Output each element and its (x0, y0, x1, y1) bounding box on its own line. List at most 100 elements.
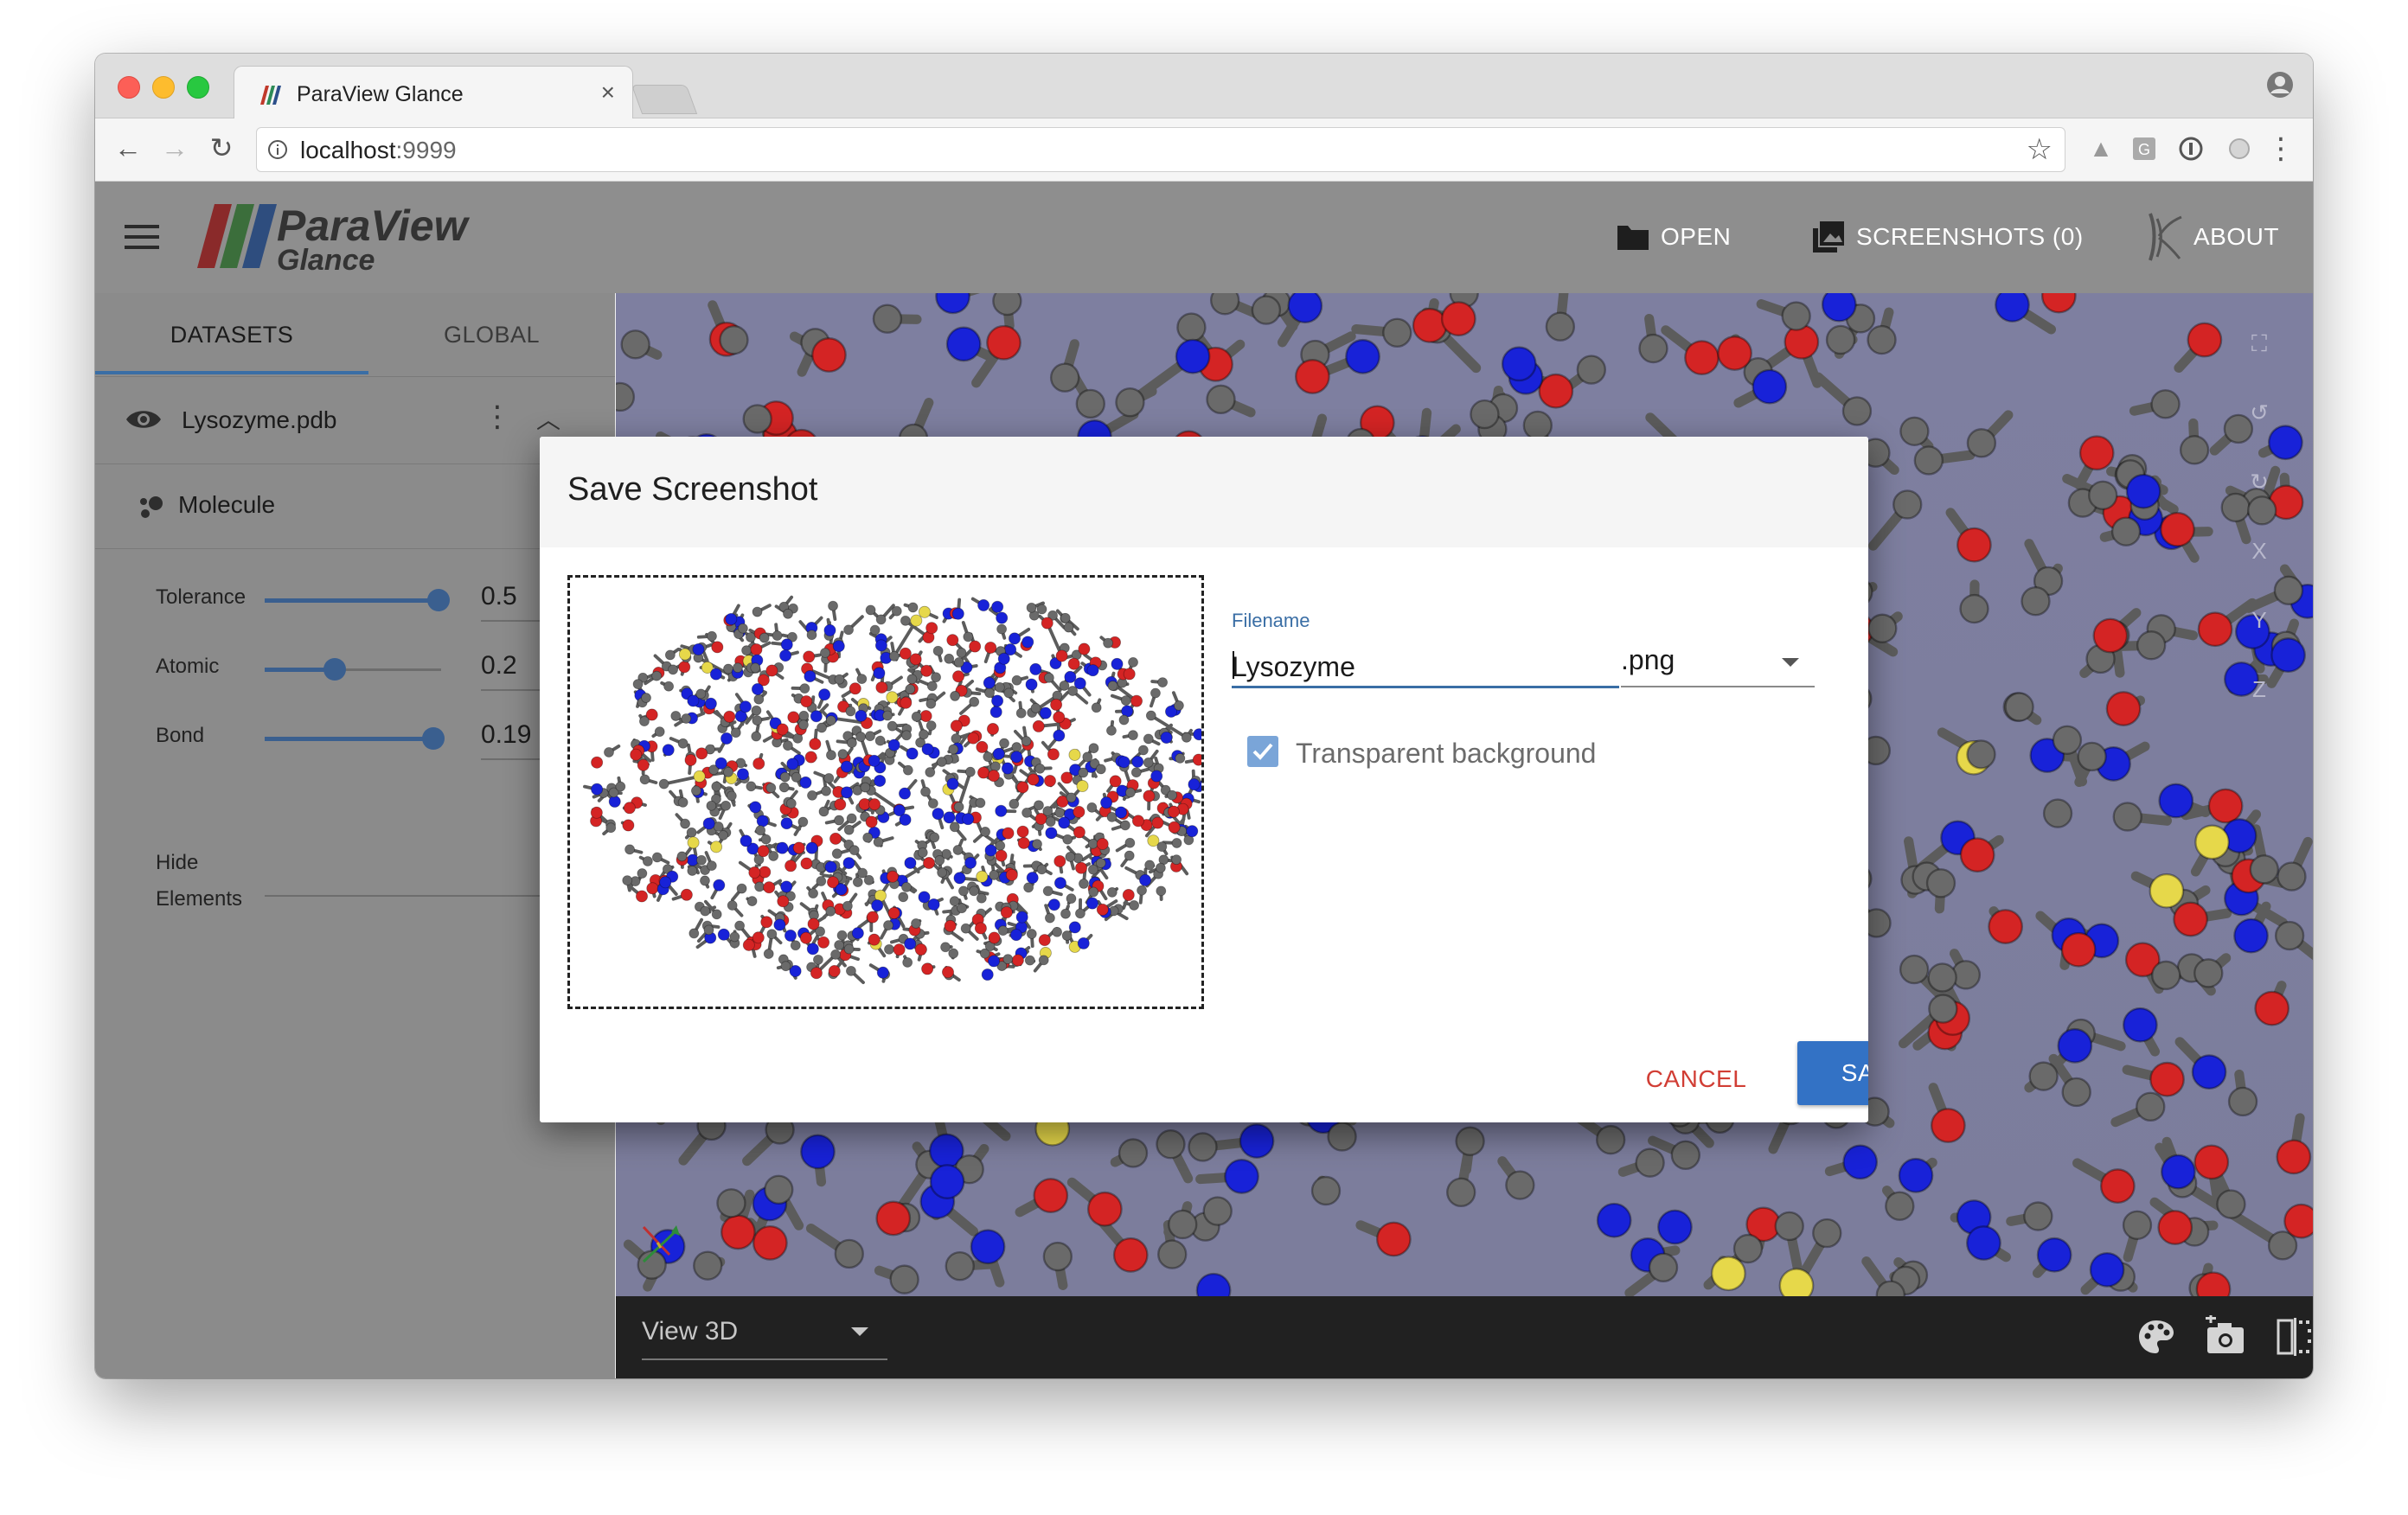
back-arrow-icon[interactable]: ← (109, 129, 147, 167)
dataset-menu-icon[interactable]: ⋮ (483, 400, 512, 434)
slider-fill (265, 598, 438, 603)
gallery-icon (1811, 220, 1846, 254)
param-value[interactable]: 0.19 (481, 720, 531, 750)
param-value[interactable]: 0.5 (481, 582, 517, 611)
param-tolerance: Tolerance 0.5 (95, 570, 615, 630)
active-tab-indicator (95, 371, 368, 374)
view-y-button[interactable]: Y (2242, 603, 2277, 637)
chevron-up-icon[interactable]: ︿ (536, 401, 560, 436)
dropdown-caret-icon (851, 1327, 868, 1336)
molecule-icon (137, 493, 164, 521)
hide-elements-label: Hide Elements (156, 845, 242, 917)
molecule-section[interactable]: Molecule (95, 463, 615, 549)
view-x-button[interactable]: X (2242, 534, 2277, 568)
extension-value: .png (1621, 644, 1675, 676)
browser-menu-icon[interactable]: ⋮ (2264, 132, 2297, 165)
split-view-icon[interactable] (2273, 1315, 2313, 1358)
close-window-button[interactable] (118, 76, 140, 99)
transparent-background-checkbox[interactable] (1247, 736, 1278, 767)
dropdown-caret-icon (1782, 658, 1799, 667)
maximize-window-button[interactable] (187, 76, 209, 99)
app-header: ParaView Glance OPEN SCREENSHOTS (0) ABO… (95, 182, 2313, 293)
param-bond: Bond 0.19 (95, 708, 615, 769)
value-underline (481, 689, 541, 691)
hide-label-line1: Hide (156, 851, 198, 874)
transparent-background-label[interactable]: Transparent background (1296, 738, 1596, 770)
slider-thumb[interactable] (427, 589, 450, 611)
browser-tab[interactable]: ParaView Glance × (234, 66, 633, 120)
slider-thumb[interactable] (422, 727, 445, 750)
representation-label: Molecule (178, 491, 275, 519)
url-text: localhost:9999 (300, 137, 457, 164)
eye-icon[interactable] (125, 406, 163, 432)
view-z-button[interactable]: Z (2242, 672, 2277, 706)
filename-input[interactable]: Lysozyme (1232, 637, 1619, 688)
screenshot-preview (567, 575, 1204, 1009)
info-icon[interactable] (267, 139, 288, 160)
palette-icon[interactable] (2135, 1315, 2178, 1358)
svg-text:ParaView: ParaView (277, 201, 471, 250)
circle-extension-icon[interactable] (2223, 132, 2256, 165)
paraview-favicon-icon (259, 86, 283, 105)
save-screenshot-dialog: Save Screenshot Filename Lysozyme .png T… (540, 437, 1868, 1122)
tolerance-slider[interactable] (265, 599, 441, 602)
tab-close-icon[interactable]: × (601, 79, 615, 106)
address-bar[interactable]: localhost:9999 ☆ (256, 127, 2065, 172)
browser-window: ParaView Glance × ← → ↻ localhost:9999 ☆… (95, 54, 2313, 1378)
slider-thumb[interactable] (323, 658, 346, 681)
browser-toolbar: ← → ↻ localhost:9999 ☆ ▲ G ⋮ (95, 118, 2313, 182)
orientation-axes-icon (635, 1218, 687, 1270)
forward-arrow-icon[interactable]: → (156, 129, 194, 167)
hide-label-line2: Elements (156, 887, 242, 911)
rotate-right-icon[interactable]: ↻ (2242, 464, 2277, 499)
cancel-button[interactable]: CANCEL (1640, 1049, 1752, 1109)
dataset-row[interactable]: Lysozyme.pdb ⋮ ︿ (95, 376, 615, 464)
g-extension-icon[interactable]: G (2128, 132, 2161, 165)
new-tab-button[interactable] (631, 85, 697, 114)
atomic-slider[interactable] (265, 668, 441, 671)
preview-image (570, 578, 1201, 1007)
about-label: ABOUT (2193, 223, 2279, 251)
view-type-value: View 3D (642, 1317, 738, 1346)
hamburger-menu-icon[interactable] (125, 223, 159, 251)
rotate-left-icon[interactable]: ↺ (2242, 395, 2277, 430)
password-extension-icon[interactable] (2174, 132, 2207, 165)
value-underline (481, 758, 541, 760)
reset-camera-icon[interactable]: ⛶ (2242, 326, 2277, 361)
extension-select[interactable]: .png (1621, 637, 1815, 687)
bookmark-star-icon[interactable]: ☆ (2027, 135, 2053, 164)
paraview-glance-logo[interactable]: ParaView Glance (197, 201, 483, 275)
checkmark-icon (1247, 736, 1278, 767)
screenshots-label: SCREENSHOTS (0) (1856, 223, 2084, 251)
reload-icon[interactable]: ↻ (202, 129, 240, 167)
drive-extension-icon[interactable]: ▲ (2085, 132, 2117, 165)
param-value[interactable]: 0.2 (481, 651, 517, 681)
save-button[interactable]: SAVE (1797, 1041, 1868, 1105)
bond-slider[interactable] (265, 738, 441, 740)
tab-datasets[interactable]: DATASETS (95, 293, 368, 376)
view-toolbar: View 3D (616, 1296, 2313, 1378)
open-label: OPEN (1661, 223, 1731, 251)
screenshots-button[interactable]: SCREENSHOTS (0) (1811, 220, 2084, 254)
param-label: Tolerance (156, 585, 246, 610)
minimize-window-button[interactable] (152, 76, 175, 99)
camera-add-icon[interactable] (2204, 1315, 2247, 1358)
folder-icon (1616, 222, 1650, 252)
about-button[interactable]: ABOUT (2143, 220, 2279, 254)
profile-icon[interactable] (2266, 71, 2294, 99)
value-underline (481, 620, 541, 622)
dialog-title: Save Screenshot (567, 471, 817, 508)
filename-value: Lysozyme (1232, 651, 1355, 683)
view-type-select[interactable]: View 3D (642, 1307, 887, 1360)
kitware-logo-icon (2143, 210, 2183, 264)
text-cursor (1233, 651, 1234, 679)
param-atomic: Atomic 0.2 (95, 639, 615, 700)
filename-label: Filename (1232, 610, 1310, 632)
param-label: Bond (156, 724, 204, 748)
tab-global[interactable]: GLOBAL (368, 293, 615, 376)
tab-title: ParaView Glance (297, 82, 464, 107)
svg-text:G: G (2138, 141, 2150, 158)
open-button[interactable]: OPEN (1616, 220, 1731, 254)
hide-elements-field[interactable] (265, 895, 541, 897)
dialog-header: Save Screenshot (540, 437, 1868, 547)
